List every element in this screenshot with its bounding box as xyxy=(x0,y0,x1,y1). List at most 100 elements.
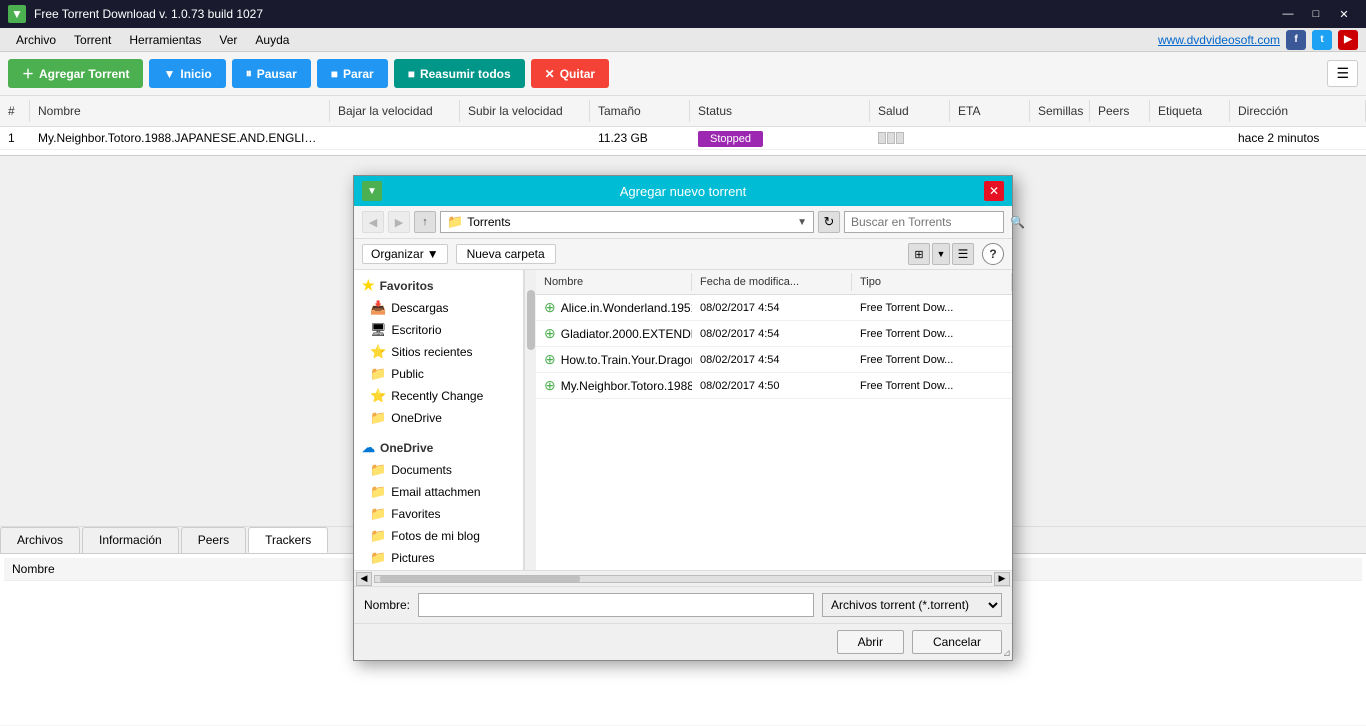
search-icon[interactable]: 🔍 xyxy=(1010,215,1025,229)
forward-button[interactable]: ▶ xyxy=(388,211,410,233)
file-type-select[interactable]: Archivos torrent (*.torrent) xyxy=(822,593,1002,617)
onedrive-fav-label: OneDrive xyxy=(391,411,442,425)
torrent-icon-totoro: ⊕ xyxy=(544,377,556,394)
file-dragon-date: 08/02/2017 4:54 xyxy=(692,350,852,370)
tree-item-escritorio[interactable]: 🖥 Escritorio xyxy=(354,319,523,341)
favorites-star-icon: ★ xyxy=(362,277,375,294)
documents-label: Documents xyxy=(391,463,452,477)
view-detail-button[interactable]: ☰ xyxy=(952,243,974,265)
cancel-button[interactable]: Cancelar xyxy=(912,630,1002,654)
new-folder-button[interactable]: Nueva carpeta xyxy=(456,244,556,264)
h-scroll-right-button[interactable]: ▶ xyxy=(994,572,1010,586)
organize-arrow-icon: ▼ xyxy=(427,247,439,261)
documents-icon: 📁 xyxy=(370,462,386,478)
view-list-button[interactable]: ⊞ xyxy=(908,243,930,265)
tree-item-onedrive-fav[interactable]: 📁 OneDrive xyxy=(354,407,523,429)
file-totoro-date: 08/02/2017 4:50 xyxy=(692,376,852,396)
file-dragon-name: ⊕ How.to.Train.Your.Dragon.2010.1080p.Bl… xyxy=(536,347,692,372)
open-button[interactable]: Abrir xyxy=(837,630,904,654)
file-list-header: Nombre Fecha de modifica... Tipo xyxy=(536,270,1012,295)
tree-item-public[interactable]: 📁 Public xyxy=(354,363,523,385)
fotos-blog-label: Fotos de mi blog xyxy=(391,529,480,543)
pictures-label: Pictures xyxy=(391,551,434,565)
public-label: Public xyxy=(391,367,424,381)
onedrive-header[interactable]: ☁ OneDrive xyxy=(354,437,523,459)
horizontal-scrollbar[interactable]: ◀ ▶ xyxy=(354,570,1012,586)
file-totoro-type: Free Torrent Dow... xyxy=(852,376,1012,396)
back-button[interactable]: ◀ xyxy=(362,211,384,233)
file-list: Nombre Fecha de modifica... Tipo ⊕ Alice… xyxy=(536,270,1012,570)
file-row-totoro[interactable]: ⊕ My.Neighbor.Totoro.1988.JAPANESE.AN...… xyxy=(536,373,1012,399)
search-box[interactable]: 🔍 xyxy=(844,211,1004,233)
path-folder-icon: 📁 xyxy=(447,214,463,230)
tree-scrollbar[interactable] xyxy=(524,270,536,570)
tree-item-documents[interactable]: 📁 Documents xyxy=(354,459,523,481)
tree-item-descargas[interactable]: 📥 Descargas xyxy=(354,297,523,319)
path-dropdown-arrow[interactable]: ▼ xyxy=(797,217,807,228)
refresh-button[interactable]: ↻ xyxy=(818,211,840,233)
tree-item-fotos-blog[interactable]: 📁 Fotos de mi blog xyxy=(354,525,523,547)
file-totoro-name: ⊕ My.Neighbor.Totoro.1988.JAPANESE.AN... xyxy=(536,373,692,398)
dialog-action-bar: Abrir Cancelar xyxy=(354,623,1012,660)
tree-scrollbar-thumb xyxy=(527,290,535,350)
resize-handle[interactable] xyxy=(1000,648,1012,660)
organize-button[interactable]: Organizar ▼ xyxy=(362,244,448,264)
organize-label: Organizar xyxy=(371,247,424,261)
onedrive-label: OneDrive xyxy=(380,441,433,455)
tree-item-sitios-recientes[interactable]: ⭐ Sitios recientes xyxy=(354,341,523,363)
file-dragon-type: Free Torrent Dow... xyxy=(852,350,1012,370)
col-header-date[interactable]: Fecha de modifica... xyxy=(692,273,852,291)
torrent-icon-dragon: ⊕ xyxy=(544,351,556,368)
dialog-overlay: ▼ Agregar nuevo torrent ✕ ◀ ▶ ↑ 📁 Torren… xyxy=(0,0,1366,726)
file-row-dragon[interactable]: ⊕ How.to.Train.Your.Dragon.2010.1080p.Bl… xyxy=(536,347,1012,373)
recently-changed-icon: ⭐ xyxy=(370,388,386,404)
email-attachments-icon: 📁 xyxy=(370,484,386,500)
onedrive-fav-icon: 📁 xyxy=(370,410,386,426)
tree-item-favorites[interactable]: 📁 Favorites xyxy=(354,503,523,525)
descargas-icon: 📥 xyxy=(370,300,386,316)
favorites-label: Favoritos xyxy=(380,279,434,293)
dialog-close-button[interactable]: ✕ xyxy=(984,181,1004,201)
tree-item-recently-changed[interactable]: ⭐ Recently Change xyxy=(354,385,523,407)
h-scroll-left-button[interactable]: ◀ xyxy=(356,572,372,586)
file-gladiator-name: ⊕ Gladiator.2000.EXTENDED.PARAMOUNT.... xyxy=(536,321,692,346)
file-browser-content: ★ Favoritos 📥 Descargas 🖥 Escritorio ⭐ S… xyxy=(354,270,1012,570)
file-gladiator-type: Free Torrent Dow... xyxy=(852,324,1012,344)
up-button[interactable]: ↑ xyxy=(414,211,436,233)
path-bar[interactable]: 📁 Torrents ▼ xyxy=(440,211,814,233)
help-button[interactable]: ? xyxy=(982,243,1004,265)
h-scroll-thumb xyxy=(380,576,580,582)
file-row-gladiator[interactable]: ⊕ Gladiator.2000.EXTENDED.PARAMOUNT.... … xyxy=(536,321,1012,347)
search-input[interactable] xyxy=(851,215,1006,229)
file-actions-bar: Organizar ▼ Nueva carpeta ⊞ ▼ ☰ ? xyxy=(354,239,1012,270)
escritorio-icon: 🖥 xyxy=(370,322,387,338)
file-row-alice[interactable]: ⊕ Alice.in.Wonderland.1951.1080p.BRRip.x… xyxy=(536,295,1012,321)
view-dropdown-button[interactable]: ▼ xyxy=(932,243,950,265)
recently-changed-label: Recently Change xyxy=(391,389,483,403)
fotos-blog-icon: 📁 xyxy=(370,528,386,544)
add-torrent-dialog: ▼ Agregar nuevo torrent ✕ ◀ ▶ ↑ 📁 Torren… xyxy=(353,175,1013,661)
col-header-name[interactable]: Nombre xyxy=(536,273,692,291)
file-gladiator-date: 08/02/2017 4:54 xyxy=(692,324,852,344)
favorites-folder-label: Favorites xyxy=(391,507,440,521)
sitios-recientes-label: Sitios recientes xyxy=(391,345,472,359)
path-text: Torrents xyxy=(467,215,793,229)
cloud-icon: ☁ xyxy=(362,440,375,456)
escritorio-label: Escritorio xyxy=(392,323,442,337)
file-alice-name: ⊕ Alice.in.Wonderland.1951.1080p.BRRip.x… xyxy=(536,295,692,320)
dialog-app-icon: ▼ xyxy=(362,181,382,201)
torrent-icon-gladiator: ⊕ xyxy=(544,325,556,342)
pictures-icon: 📁 xyxy=(370,550,386,566)
torrent-icon-alice: ⊕ xyxy=(544,299,556,316)
tree-item-email-attachments[interactable]: 📁 Email attachmen xyxy=(354,481,523,503)
tree-item-pictures[interactable]: 📁 Pictures xyxy=(354,547,523,569)
h-scroll-track[interactable] xyxy=(374,575,992,583)
view-icons: ⊞ ▼ ☰ xyxy=(908,243,974,265)
dialog-title-bar: ▼ Agregar nuevo torrent ✕ xyxy=(354,176,1012,206)
favorites-header[interactable]: ★ Favoritos xyxy=(354,274,523,297)
col-header-type[interactable]: Tipo xyxy=(852,273,1012,291)
file-alice-date: 08/02/2017 4:54 xyxy=(692,298,852,318)
nombre-input[interactable] xyxy=(418,593,814,617)
descargas-label: Descargas xyxy=(391,301,448,315)
email-attachments-label: Email attachmen xyxy=(391,485,480,499)
